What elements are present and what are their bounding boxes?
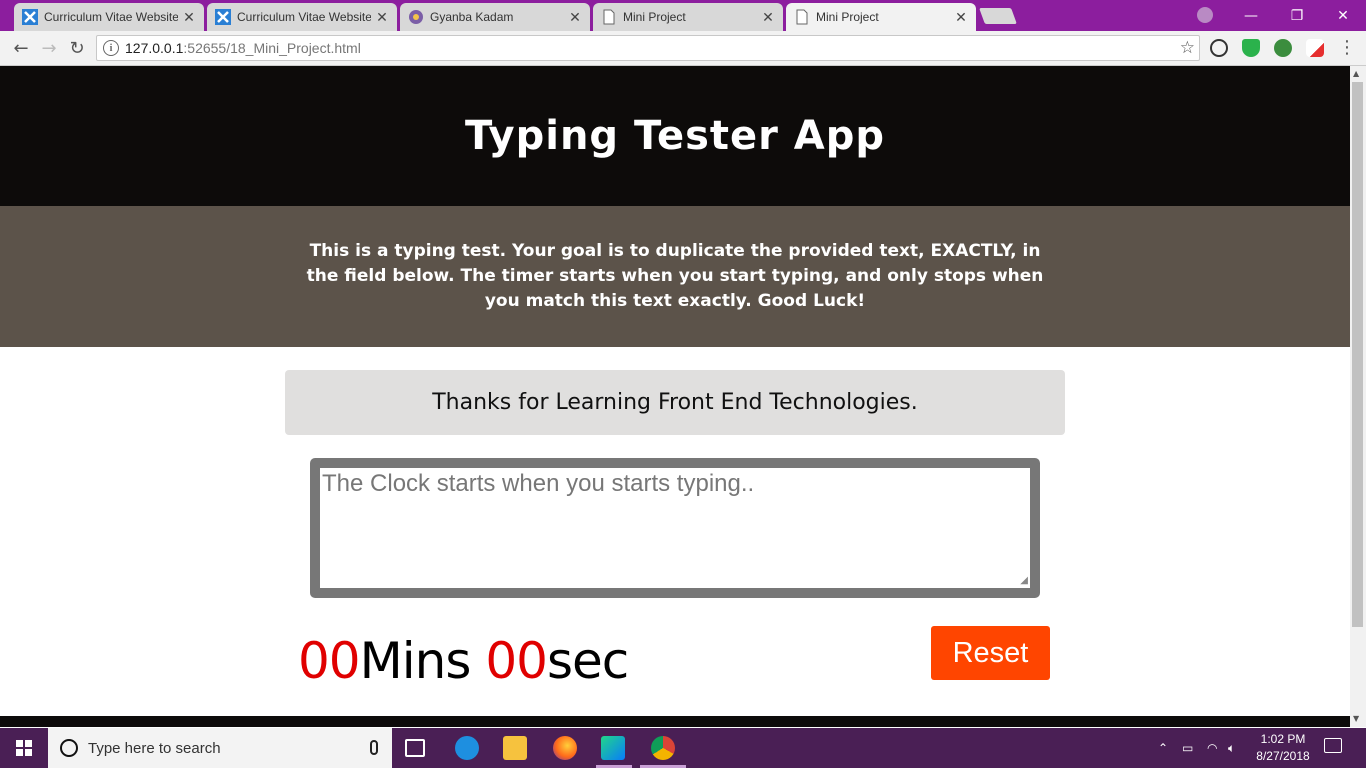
tab-title: Curriculum Vitae Website (237, 10, 371, 24)
cortana-icon (60, 739, 78, 757)
start-button[interactable] (0, 728, 48, 768)
extension-icon-1[interactable] (1210, 39, 1228, 57)
webstorm-icon[interactable] (601, 736, 625, 760)
browser-tab-mini-project-1[interactable]: Mini Project ✕ (593, 3, 783, 31)
tab-title: Mini Project (816, 10, 879, 24)
resize-grip-icon[interactable]: ◢ (1020, 575, 1028, 586)
tab-title: Gyanba Kadam (430, 10, 514, 24)
browser-tab-strip: Curriculum Vitae Website ✕ Curriculum Vi… (0, 0, 1366, 31)
wifi-icon[interactable]: ◠ (1207, 728, 1217, 768)
site-info-icon[interactable]: i (103, 40, 119, 56)
search-placeholder: Type here to search (88, 739, 221, 757)
bracket-x-icon (215, 9, 231, 25)
browser-tab-gyanba[interactable]: Gyanba Kadam ✕ (400, 3, 590, 31)
close-window-button[interactable]: ✕ (1320, 0, 1366, 31)
tab-close-icon[interactable]: ✕ (954, 9, 968, 26)
timer-minutes-label: Mins (359, 632, 472, 690)
minimize-button[interactable]: — (1228, 0, 1274, 31)
scroll-up-icon[interactable]: ▲ (1353, 69, 1359, 78)
page-icon (603, 9, 615, 25)
intro-text: This is a typing test. Your goal is to d… (306, 241, 1044, 311)
origin-text: Thanks for Learning Front End Technologi… (432, 390, 918, 415)
chrome-icon[interactable] (651, 736, 675, 760)
tab-close-icon[interactable]: ✕ (182, 9, 196, 26)
tab-close-icon[interactable]: ✕ (375, 9, 389, 26)
action-center-icon[interactable] (1324, 738, 1342, 753)
tab-close-icon[interactable]: ✕ (761, 9, 775, 26)
taskbar-clock[interactable]: 1:02 PM 8/27/2018 (1248, 731, 1318, 765)
address-bar[interactable]: i 127.0.0.1:52655/18_Mini_Project.html ☆ (96, 35, 1200, 61)
browser-toolbar: ← → ↻ i 127.0.0.1:52655/18_Mini_Project.… (0, 31, 1366, 66)
forward-icon[interactable]: → (38, 37, 60, 59)
timer-display: 00Mins 00sec (298, 632, 629, 690)
tab-title: Mini Project (623, 10, 686, 24)
tab-close-icon[interactable]: ✕ (568, 9, 582, 26)
maximize-button[interactable]: ❐ (1274, 0, 1320, 31)
page-viewport: Typing Tester App This is a typing test.… (0, 66, 1350, 727)
reset-button[interactable]: Reset (931, 626, 1050, 680)
edge-icon[interactable] (455, 736, 479, 760)
tab-title: Curriculum Vitae Website (44, 10, 178, 24)
profile-icon[interactable] (1197, 7, 1213, 23)
clock-time: 1:02 PM (1260, 732, 1306, 746)
file-explorer-icon[interactable] (503, 736, 527, 760)
microphone-icon[interactable] (370, 740, 378, 755)
globe-extension-icon[interactable] (1274, 39, 1292, 57)
tray-chevron-icon[interactable]: ⌃ (1158, 728, 1168, 768)
page-icon (796, 9, 808, 25)
bookmark-star-icon[interactable]: ☆ (1180, 38, 1195, 58)
origin-text-box: Thanks for Learning Front End Technologi… (285, 370, 1065, 435)
windows-logo-icon (16, 740, 32, 756)
bracket-x-icon (22, 9, 38, 25)
taskbar-search-box[interactable]: Type here to search (48, 728, 392, 768)
timer-minutes: 00 (298, 632, 361, 690)
back-icon[interactable]: ← (10, 37, 32, 59)
address-path: :52655/18_Mini_Project.html (183, 40, 361, 56)
timer-seconds: 00 (485, 632, 548, 690)
shield-extension-icon[interactable] (1242, 39, 1260, 57)
reload-icon[interactable]: ↻ (66, 37, 88, 59)
page-footer (0, 716, 1350, 727)
intro-section: This is a typing test. Your goal is to d… (0, 206, 1350, 347)
circle-logo-icon (409, 10, 423, 24)
browser-tab-mini-project-2[interactable]: Mini Project ✕ (786, 3, 976, 31)
scroll-down-icon[interactable]: ▼ (1353, 714, 1359, 723)
windows-taskbar: Type here to search ⌃ ▭ ◠ 🔈︎ 1:02 PM 8/2… (0, 728, 1366, 768)
firefox-icon[interactable] (553, 736, 577, 760)
browser-tab-curriculum-1[interactable]: Curriculum Vitae Website ✕ (14, 3, 204, 31)
battery-icon[interactable]: ▭ (1182, 728, 1193, 768)
chrome-menu-icon[interactable]: ⋮ (1338, 38, 1356, 58)
address-host: 127.0.0.1 (125, 40, 184, 56)
typing-input[interactable] (320, 468, 1030, 588)
browser-tab-curriculum-2[interactable]: Curriculum Vitae Website ✕ (207, 3, 397, 31)
new-tab-button[interactable] (979, 8, 1017, 24)
page-header: Typing Tester App (0, 66, 1350, 206)
timer-seconds-label: sec (546, 632, 629, 690)
scrollbar-thumb[interactable] (1352, 82, 1363, 627)
task-view-icon[interactable] (405, 739, 425, 757)
volume-icon[interactable]: 🔈︎ (1228, 728, 1235, 768)
clock-date: 8/27/2018 (1256, 749, 1310, 763)
pen-extension-icon[interactable] (1306, 39, 1324, 57)
page-scrollbar[interactable]: ▲ ▼ (1350, 66, 1366, 727)
test-area-wrapper: ◢ (310, 458, 1040, 598)
page-title: Typing Tester App (464, 113, 886, 159)
